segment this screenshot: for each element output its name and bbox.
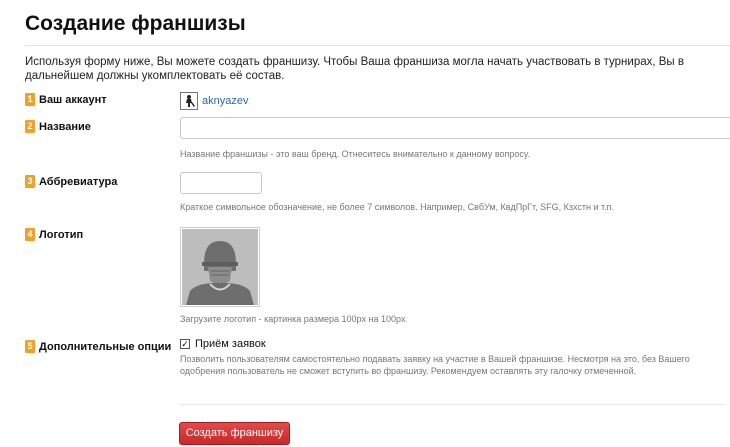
name-label: Название <box>39 120 91 133</box>
account-row-label: 1 Ваш аккаунт <box>25 93 107 106</box>
step-badge: 5 <box>25 340 35 353</box>
abbr-row-label: 3 Аббревиатура <box>25 175 117 188</box>
account-label: Ваш аккаунт <box>39 93 107 106</box>
accept-applications-option[interactable]: ✓ Приём заявок <box>180 338 266 350</box>
options-hint: Позволить пользователям самостоятельно п… <box>180 354 690 376</box>
franchise-name-input[interactable] <box>180 117 730 139</box>
logo-upload-area[interactable] <box>180 227 260 307</box>
hockey-player-icon <box>180 92 198 110</box>
hockey-player-placeholder-icon <box>182 229 258 305</box>
name-row-label: 2 Название <box>25 120 91 133</box>
account-username-link[interactable]: aknyazev <box>202 95 248 107</box>
intro-text: Используя форму ниже, Вы можете создать … <box>25 56 685 82</box>
step-badge: 3 <box>25 175 35 188</box>
options-row-label: 5 Дополнительные опции <box>25 340 171 353</box>
accept-applications-checkbox[interactable]: ✓ <box>180 339 190 349</box>
logo-row-label: 4 Логотип <box>25 228 83 241</box>
options-label: Дополнительные опции <box>39 340 172 353</box>
logo-hint: Загрузите логотип - картинка размера 100… <box>180 314 406 324</box>
title-divider <box>25 45 730 46</box>
abbr-label: Аббревиатура <box>39 175 118 188</box>
step-badge: 2 <box>25 120 35 133</box>
abbreviation-input[interactable] <box>180 172 262 194</box>
logo-label: Логотип <box>39 228 84 241</box>
accept-applications-label: Приём заявок <box>195 338 266 350</box>
step-badge: 4 <box>25 228 35 241</box>
form-divider <box>180 404 725 405</box>
account-info: aknyazev <box>180 92 248 110</box>
name-hint: Название франшизы - это ваш бренд. Отнес… <box>180 149 531 159</box>
step-badge: 1 <box>25 93 35 106</box>
abbr-hint: Краткое символьное обозначение, не более… <box>180 202 615 212</box>
create-franchise-button[interactable]: Создать франшизу <box>179 422 290 445</box>
page-title: Создание франшизы <box>25 12 246 35</box>
